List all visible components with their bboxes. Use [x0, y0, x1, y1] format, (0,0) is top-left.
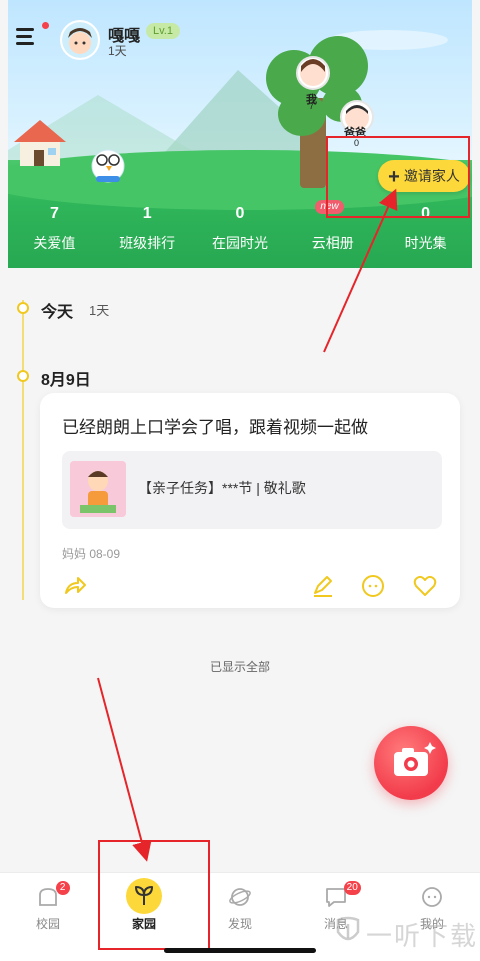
timeline-dot: [17, 370, 29, 382]
timeline-line: [22, 300, 24, 600]
profile-icon: [422, 887, 442, 907]
timeline-post-card[interactable]: 已经朗朗上口学会了唱，跟着视频一起做 【亲子任务】***节 | 敬礼歌 妈妈 0…: [40, 393, 460, 608]
share-icon[interactable]: [62, 573, 88, 599]
planet-icon: [229, 888, 251, 906]
timeline-today-sub: 1天: [89, 303, 110, 318]
post-meta: 妈妈 08-09: [62, 547, 121, 561]
sprout-icon: [126, 878, 162, 914]
post-text: 已经朗朗上口学会了唱，跟着视频一起做: [62, 418, 368, 437]
campus-badge: 2: [55, 881, 70, 895]
messages-badge: 20: [343, 881, 361, 895]
task-title: 【亲子任务】***节 | 敬礼歌: [138, 480, 306, 496]
watermark-text: 一听下载: [366, 921, 479, 951]
nav-label: 校园: [35, 917, 60, 931]
camera-button[interactable]: [374, 726, 448, 800]
home-indicator: [164, 948, 316, 953]
camera-icon: [394, 742, 436, 776]
edit-icon[interactable]: [310, 573, 336, 599]
parent-child-task[interactable]: 【亲子任务】***节 | 敬礼歌: [62, 451, 442, 529]
nav-campus[interactable]: 2 校园: [0, 873, 96, 961]
all-shown-text: 已显示全部: [209, 660, 270, 674]
like-heart-icon[interactable]: [412, 573, 438, 599]
timeline-date-title: 8月9日: [41, 372, 91, 389]
nav-label: 家园: [131, 917, 156, 931]
comment-icon[interactable]: [360, 573, 386, 599]
task-thumbnail: [70, 461, 126, 517]
post-actions: [40, 573, 460, 601]
watermark-logo-icon: [336, 916, 360, 941]
kid-saluting-icon: [70, 461, 126, 517]
timeline-dot: [17, 302, 29, 314]
timeline-today-title: 今天: [41, 304, 74, 321]
nav-label: 发现: [227, 917, 252, 931]
